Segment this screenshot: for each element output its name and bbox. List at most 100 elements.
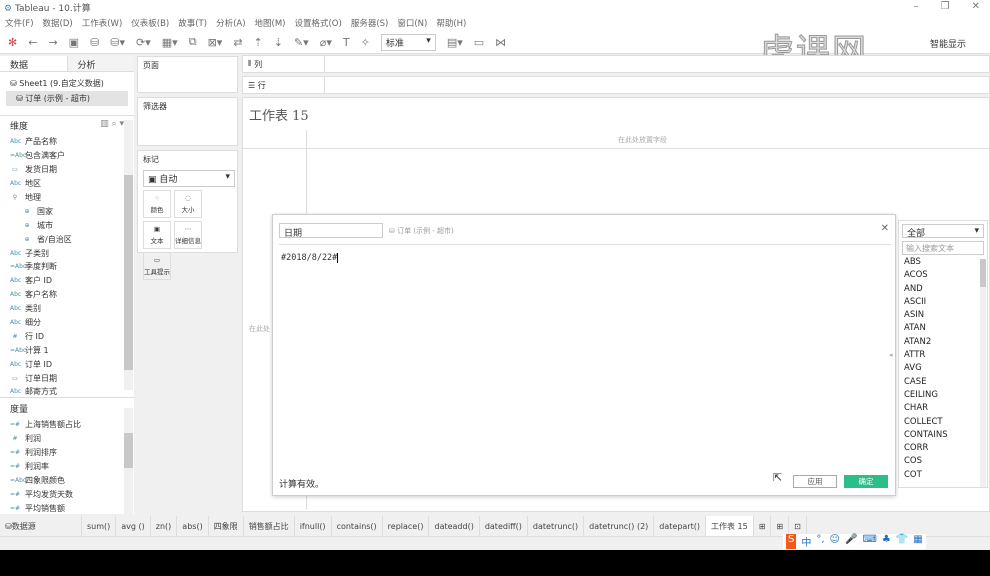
mark-type-select[interactable]: ▣ 自动 ▾ xyxy=(143,170,235,187)
search-icon[interactable]: ▥ ⌕ ▾ xyxy=(100,119,124,132)
function-item[interactable]: CASE xyxy=(899,377,987,390)
columns-shelf[interactable]: ⦀ 列 xyxy=(242,55,990,73)
show-cards-icon[interactable]: ▤▾ xyxy=(447,36,463,49)
dimension-field[interactable]: Abc 客户名称 xyxy=(0,288,134,302)
menu-item[interactable]: 数据(D) xyxy=(43,17,73,29)
menu-item[interactable]: 工作表(W) xyxy=(82,17,123,29)
menu-item[interactable]: 服务器(S) xyxy=(351,17,389,29)
tableau-logo-icon[interactable]: ✻ xyxy=(8,36,17,49)
ime-button[interactable]: 中 xyxy=(801,534,811,549)
measure-field[interactable]: =Abc 四象限颜色 xyxy=(0,474,134,488)
ime-button[interactable]: ♣ xyxy=(882,534,891,549)
function-item[interactable]: CEILING xyxy=(899,390,987,403)
function-item[interactable]: ASCII xyxy=(899,297,987,310)
function-item[interactable]: AND xyxy=(899,284,987,297)
refresh-icon[interactable]: ⟳▾ xyxy=(136,36,151,49)
dimension-field[interactable]: Abc 类别 xyxy=(0,302,134,316)
pages-card[interactable]: 页面 xyxy=(137,56,238,93)
tab-analysis[interactable]: 分析 xyxy=(67,56,134,71)
minimize-button[interactable]: – xyxy=(914,1,919,12)
back-icon[interactable]: ← xyxy=(28,36,37,49)
sheet-tab[interactable]: datediff() xyxy=(480,516,528,536)
new-sheet-icon[interactable]: ▦▾ xyxy=(162,36,178,49)
sort-desc-icon[interactable]: ⇣ xyxy=(274,36,283,49)
sort-asc-icon[interactable]: ⇡ xyxy=(254,36,263,49)
datasource-icon[interactable]: ⛁▾ xyxy=(110,36,125,49)
dimension-field[interactable]: Abc 客户 ID xyxy=(0,274,134,288)
sheet-tab[interactable]: sum() xyxy=(82,516,117,536)
dimension-field[interactable]: ⊕ 国家 xyxy=(0,204,134,218)
menu-item[interactable]: 文件(F) xyxy=(5,17,34,29)
function-item[interactable]: CORR xyxy=(899,443,987,456)
function-item[interactable]: CHAR xyxy=(899,403,987,416)
filters-card[interactable]: 筛选器 xyxy=(137,97,238,146)
close-dialog-icon[interactable]: ✕ xyxy=(881,223,889,234)
pin-icon[interactable]: ✧ xyxy=(361,36,370,49)
sheet-tab[interactable]: datetrunc() (2) xyxy=(584,516,655,536)
ime-button[interactable]: ☺ xyxy=(830,534,840,549)
sheet-tab[interactable]: dateadd() xyxy=(429,516,480,536)
measure-field[interactable]: =# 平均发货天数 xyxy=(0,487,134,501)
drop-field-rows[interactable]: 在此处 xyxy=(249,324,270,334)
dimension-field[interactable]: ⊕ 城市 xyxy=(0,218,134,232)
function-item[interactable]: ABS xyxy=(899,257,987,270)
dimension-field[interactable]: # 行 ID xyxy=(0,329,134,343)
formula-editor[interactable]: #2018/8/22# xyxy=(279,247,891,467)
size-button[interactable]: ◌ 大小 xyxy=(174,190,202,218)
new-dashboard-icon[interactable]: ⊞ xyxy=(771,516,790,536)
function-scrollbar[interactable] xyxy=(980,259,986,487)
dimension-field[interactable]: =Abc 季度判断 xyxy=(0,260,134,274)
collapse-panel-icon[interactable]: ◂ xyxy=(889,351,893,359)
clear-icon[interactable]: ⊠▾ xyxy=(208,36,223,49)
ime-button[interactable]: ▦ xyxy=(913,534,922,549)
measure-field[interactable]: # 利润 xyxy=(0,432,134,446)
datasource-item[interactable]: ⛁ Sheet1 (9.自定义数据) xyxy=(0,76,134,91)
function-item[interactable]: ATAN xyxy=(899,323,987,336)
measure-field[interactable]: =# 上海销售额占比 xyxy=(0,418,134,432)
sheet-tab[interactable]: datepart() xyxy=(654,516,706,536)
menu-item[interactable]: 故事(T) xyxy=(178,17,207,29)
tab-data[interactable]: 数据 xyxy=(0,56,68,71)
dimension-field[interactable]: ⊕ 省/自治区 xyxy=(0,232,134,246)
ime-button[interactable]: 🎤 xyxy=(845,534,857,549)
function-item[interactable]: AVG xyxy=(899,363,987,376)
dimension-field[interactable]: Abc 邮寄方式 xyxy=(0,385,134,397)
new-story-icon[interactable]: ⊡ xyxy=(789,516,807,536)
tooltip-button[interactable]: ▭ 工具提示 xyxy=(143,252,171,280)
calc-name-input[interactable]: 日期 xyxy=(279,223,383,239)
menu-item[interactable]: 窗口(N) xyxy=(397,17,427,29)
measure-field[interactable]: =# 利润率 xyxy=(0,460,134,474)
group-icon[interactable]: ⌀▾ xyxy=(320,36,332,49)
sheet-tab[interactable]: datetrunc() xyxy=(528,516,585,536)
dimension-field[interactable]: ▭ 订单日期 xyxy=(0,371,134,385)
function-item[interactable]: COT xyxy=(899,470,987,483)
ime-button[interactable]: °, xyxy=(816,534,824,549)
close-button[interactable]: ✕ xyxy=(972,1,980,12)
sheet-tab[interactable]: 销售额占比 xyxy=(244,516,295,536)
color-button[interactable]: ⁘ 颜色 xyxy=(143,190,171,218)
swap-icon[interactable]: ⇄ xyxy=(233,36,242,49)
dimension-field[interactable]: Abc 订单 ID xyxy=(0,357,134,371)
function-category-select[interactable]: 全部 ▾ xyxy=(902,224,984,239)
sheet-tab[interactable]: contains() xyxy=(332,516,383,536)
sheet-tab[interactable]: avg () xyxy=(116,516,151,536)
ime-button[interactable]: ⌨ xyxy=(862,534,876,549)
function-item[interactable]: ACOS xyxy=(899,270,987,283)
menu-item[interactable]: 分析(A) xyxy=(216,17,245,29)
dimension-field[interactable]: ▭ 发货日期 xyxy=(0,163,134,177)
menu-item[interactable]: 设置格式(O) xyxy=(294,17,341,29)
rows-shelf[interactable]: ☰ 行 xyxy=(242,76,990,94)
maximize-button[interactable]: ❐ xyxy=(941,1,950,12)
function-item[interactable]: CONTAINS xyxy=(899,430,987,443)
dimension-field[interactable]: =Abc 计算 1 xyxy=(0,343,134,357)
dimensions-scrollbar[interactable] xyxy=(124,120,133,390)
drop-field-columns[interactable]: 在此处放置字段 xyxy=(618,135,667,145)
dimension-field[interactable]: Abc 地区 xyxy=(0,177,134,191)
detail-button[interactable]: ⋯ 详细信息 xyxy=(174,221,202,249)
save-icon[interactable]: ▣ xyxy=(69,36,79,49)
measure-field[interactable]: =# 平均销售额 xyxy=(0,501,134,515)
presentation-icon[interactable]: ▭ xyxy=(474,36,484,49)
ok-button[interactable]: 确定 xyxy=(844,475,888,488)
dimension-field[interactable]: Abc 细分 xyxy=(0,316,134,330)
dimension-field[interactable]: Abc 产品名称 xyxy=(0,135,134,149)
